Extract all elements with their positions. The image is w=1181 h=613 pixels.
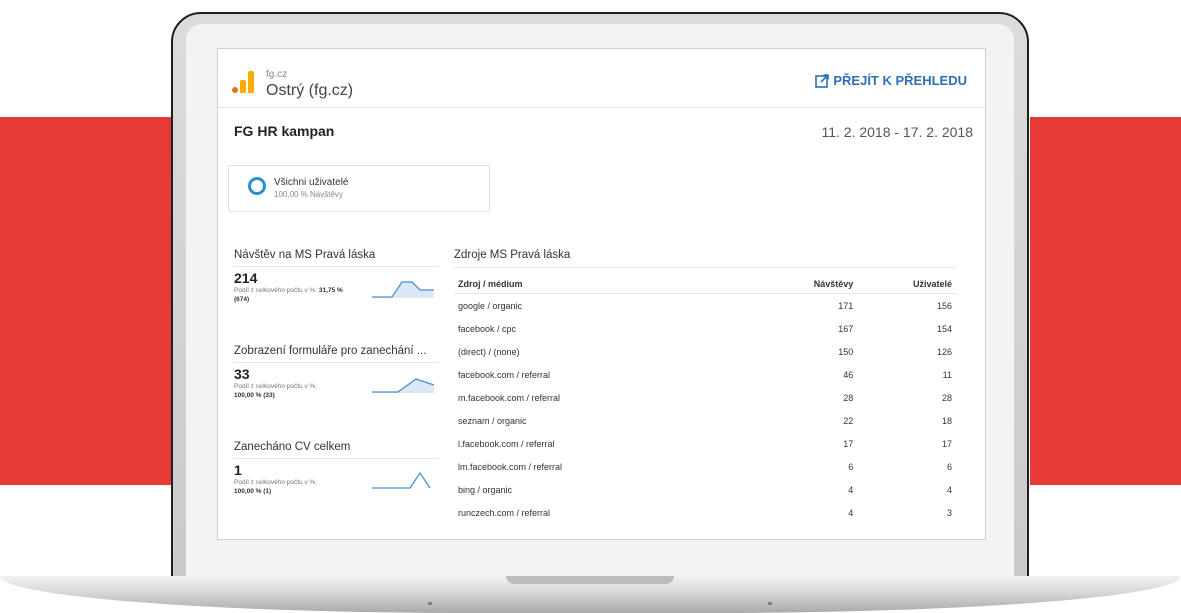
column-header-users[interactable]: Uživatelé xyxy=(857,275,956,294)
segment-name: Všichni uživatelé xyxy=(274,177,349,188)
table-row: (direct) / (none) 150 126 xyxy=(454,340,956,363)
analytics-logo-icon xyxy=(232,71,254,93)
column-header-source[interactable]: Zdroj / médium xyxy=(454,275,757,294)
cell-users: 6 xyxy=(946,461,952,472)
cell-users: 154 xyxy=(936,323,952,334)
metric-card: Zanecháno CV celkem 1 Podíl z celkového … xyxy=(234,441,438,496)
cell-source: seznam / organic xyxy=(458,415,527,426)
red-background-left xyxy=(0,117,172,485)
cell-visits: 171 xyxy=(838,300,854,311)
cell-visits: 167 xyxy=(838,323,854,334)
table-row: seznam / organic 22 18 xyxy=(454,409,956,432)
metric-share-label: Podíl z celkového počtu v %: xyxy=(234,287,318,294)
cell-visits: 17 xyxy=(843,438,854,449)
cell-source: bing / organic xyxy=(458,484,513,495)
metric-title: Zobrazení formuláře pro zanechání ... xyxy=(234,345,438,363)
cell-source: lm.facebook.com / referral xyxy=(458,461,563,472)
table-row: facebook / cpc 167 154 xyxy=(454,317,956,340)
column-header-visits[interactable]: Návštěvy xyxy=(756,275,858,294)
table-row: facebook.com / referral 46 11 xyxy=(454,363,956,386)
table-row: google / organic 171 156 xyxy=(454,294,956,318)
table-row: m.facebook.com / referral 28 28 xyxy=(454,386,956,409)
cell-visits: 6 xyxy=(848,461,854,472)
cell-source: facebook.com / referral xyxy=(458,369,551,380)
cell-visits: 22 xyxy=(843,415,854,426)
table-header-row: Zdroj / médium Návštěvy Uživatelé xyxy=(454,275,956,294)
metric-share-label: Podíl z celkového počtu v %: xyxy=(234,383,318,390)
goto-overview-link[interactable]: PŘEJÍT K PŘEHLEDU xyxy=(815,73,967,88)
segment-ring-icon xyxy=(248,177,266,195)
metric-title: Zanecháno CV celkem xyxy=(234,441,438,459)
metric-card: Návštěv na MS Pravá láska 214 Podíl z ce… xyxy=(234,249,438,304)
property-domain: fg.cz xyxy=(266,69,288,80)
table-row: lm.facebook.com / referral 6 6 xyxy=(454,455,956,478)
date-range[interactable]: 11. 2. 2018 - 17. 2. 2018 xyxy=(821,124,973,140)
cell-users: 4 xyxy=(946,484,952,495)
laptop-notch xyxy=(506,576,674,584)
segment-subtitle: 100,00 % Návštěvy xyxy=(274,190,343,199)
metric-total: (674) xyxy=(234,296,250,303)
external-link-icon xyxy=(815,73,830,88)
metric-share-value: 100,00 % (33) xyxy=(234,392,275,399)
table-row: runczech.com / referral 4 3 xyxy=(454,501,956,524)
cell-users: 126 xyxy=(936,346,952,357)
cell-source: l.facebook.com / referral xyxy=(458,438,555,449)
metric-share: Podíl z celkového počtu v %: 100,00 % (3… xyxy=(234,382,372,400)
sparkline-chart xyxy=(372,378,435,393)
metric-share-value: 100,00 % (1) xyxy=(234,488,272,495)
sparkline-chart xyxy=(372,281,434,298)
divider xyxy=(454,267,956,268)
cell-users: 28 xyxy=(941,392,952,403)
cell-visits: 4 xyxy=(848,507,854,518)
metric-share-label: Podíl z celkového počtu v %: xyxy=(234,479,318,486)
cell-users: 11 xyxy=(942,369,952,380)
metric-share: Podíl z celkového počtu v %: 100,00 % (1… xyxy=(234,478,372,496)
metric-card: Zobrazení formuláře pro zanechání ... 33… xyxy=(234,345,438,400)
report-title: FG HR kampan xyxy=(234,123,335,139)
red-background-right xyxy=(1030,117,1181,485)
cell-source: (direct) / (none) xyxy=(458,346,520,357)
metric-share-value: 31,75 % xyxy=(318,287,343,294)
goto-overview-label: PŘEJÍT K PŘEHLEDU xyxy=(833,73,967,88)
cell-visits: 4 xyxy=(848,484,854,495)
cell-users: 3 xyxy=(946,507,952,518)
sources-table-title: Zdroje MS Pravá láska xyxy=(454,249,571,261)
dashboard-header: fg.cz Ostrý (fg.cz) PŘEJÍT K PŘEHLEDU xyxy=(218,49,985,108)
cell-source: m.facebook.com / referral xyxy=(458,392,561,403)
metric-title: Návštěv na MS Pravá láska xyxy=(234,249,438,267)
cell-users: 17 xyxy=(941,438,952,449)
cell-source: facebook / cpc xyxy=(458,323,517,334)
sources-table: Zdroj / médium Návštěvy Uživatelé google… xyxy=(454,275,956,524)
cell-visits: 46 xyxy=(843,369,854,380)
metric-share: Podíl z celkového počtu v %: 31,75 % (67… xyxy=(234,286,372,304)
cell-source: runczech.com / referral xyxy=(458,507,551,518)
laptop-foot xyxy=(768,602,772,605)
dashboard-screen: fg.cz Ostrý (fg.cz) PŘEJÍT K PŘEHLEDU FG… xyxy=(217,48,986,540)
cell-users: 156 xyxy=(936,300,952,311)
cell-visits: 28 xyxy=(843,392,854,403)
table-row: bing / organic 4 4 xyxy=(454,478,956,501)
cell-source: google / organic xyxy=(458,300,523,311)
cell-users: 18 xyxy=(941,415,952,426)
laptop-foot xyxy=(428,602,432,605)
sparkline-chart xyxy=(372,471,431,489)
segment-card[interactable]: Všichni uživatelé 100,00 % Návštěvy xyxy=(228,165,490,212)
property-name[interactable]: Ostrý (fg.cz) xyxy=(266,82,353,100)
cell-visits: 150 xyxy=(838,346,854,357)
table-row: l.facebook.com / referral 17 17 xyxy=(454,432,956,455)
